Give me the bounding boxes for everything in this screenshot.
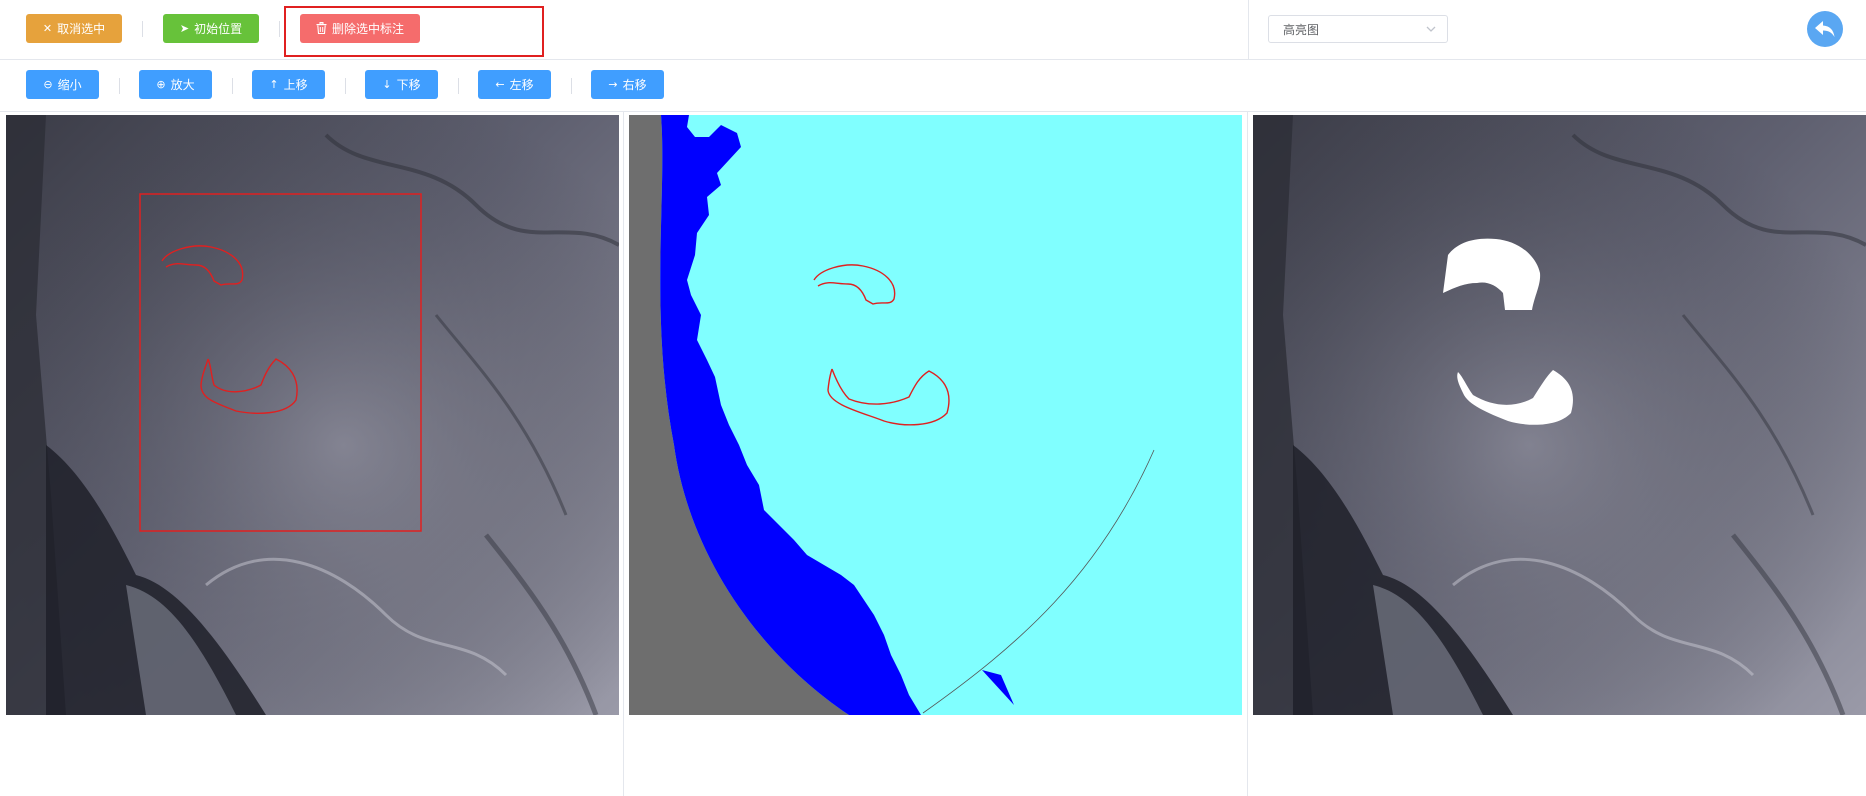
zoom-in-label: 放大: [170, 78, 195, 92]
close-icon: ✕: [42, 22, 53, 35]
view-mode-select[interactable]: 高亮图: [1268, 15, 1448, 43]
trash-icon: [316, 21, 327, 36]
segmentation-mask: [629, 115, 1242, 715]
move-right-button[interactable]: → 右移: [591, 70, 664, 99]
cancel-select-button[interactable]: ✕ 取消选中: [26, 14, 122, 43]
navigation-arrow-icon: ➤: [179, 22, 190, 35]
move-up-button[interactable]: ↑ 上移: [252, 70, 325, 99]
column-divider: [1247, 112, 1248, 796]
initial-position-label: 初始位置: [194, 22, 243, 36]
arrow-down-icon: ↓: [382, 78, 392, 91]
arrow-left-icon: ←: [495, 78, 505, 91]
move-left-button[interactable]: ← 左移: [478, 70, 551, 99]
chevron-down-icon: [1426, 26, 1436, 32]
column-divider: [623, 112, 624, 796]
move-left-label: 左移: [509, 78, 534, 92]
undo-arrow-icon: [1815, 21, 1835, 37]
move-down-button[interactable]: ↓ 下移: [365, 70, 438, 99]
move-down-label: 下移: [396, 78, 421, 92]
highlight-image: [1253, 115, 1866, 715]
move-up-label: 上移: [283, 78, 308, 92]
divider: [119, 78, 120, 94]
cancel-select-label: 取消选中: [57, 22, 106, 36]
delete-selected-annotation-button[interactable]: 删除选中标注: [300, 14, 420, 43]
delete-selected-label: 删除选中标注: [331, 22, 404, 36]
zoom-out-button[interactable]: ⊖ 缩小: [26, 70, 99, 99]
view-mode-value: 高亮图: [1283, 22, 1320, 37]
move-right-label: 右移: [622, 78, 647, 92]
arrow-right-icon: →: [608, 78, 618, 91]
plus-circle-icon: ⊕: [156, 78, 166, 91]
highlight-image-panel[interactable]: [1253, 115, 1866, 715]
navigation-toolbar: ⊖ 缩小 ⊕ 放大 ↑ 上移 ↓ 下移 ← 左移 → 右移: [0, 60, 1866, 112]
divider: [345, 78, 346, 94]
back-button[interactable]: [1807, 11, 1843, 47]
divider: [571, 78, 572, 94]
divider: [142, 21, 143, 37]
zoom-out-label: 缩小: [57, 78, 82, 92]
divider: [279, 21, 280, 37]
divider: [232, 78, 233, 94]
original-image-panel[interactable]: [6, 115, 619, 715]
initial-position-button[interactable]: ➤ 初始位置: [163, 14, 259, 43]
satellite-image: [6, 115, 619, 715]
top-toolbar: ✕ 取消选中 ➤ 初始位置 删除选中标注 高亮图: [0, 0, 1866, 60]
divider: [1248, 0, 1249, 60]
divider: [458, 78, 459, 94]
segmentation-mask-panel[interactable]: [629, 115, 1242, 715]
zoom-in-button[interactable]: ⊕ 放大: [139, 70, 212, 99]
minus-circle-icon: ⊖: [43, 78, 53, 91]
arrow-up-icon: ↑: [269, 78, 279, 91]
